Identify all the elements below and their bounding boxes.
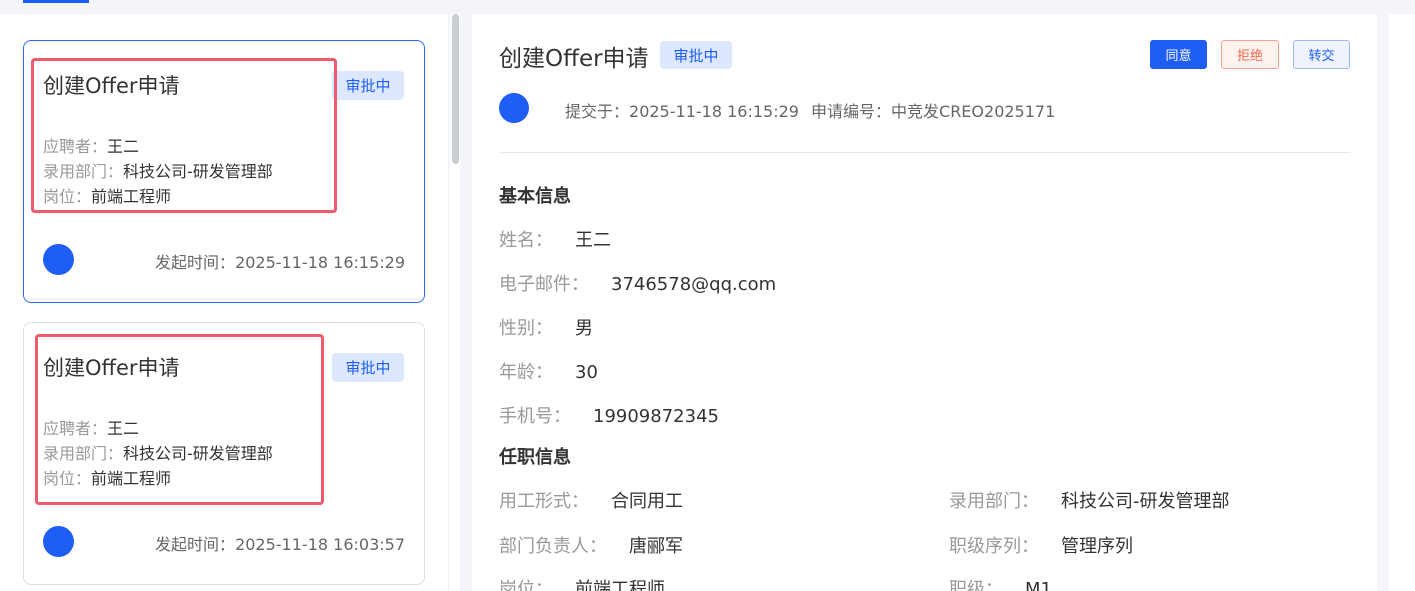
avatar [43,244,74,275]
card-title: 创建Offer申请 [43,356,180,380]
status-badge: 审批中 [660,41,732,69]
status-badge: 审批中 [332,353,404,382]
application-number: 申请编号：中竞发CREO2025171 [811,102,1056,121]
active-tab-indicator [23,0,89,3]
field-position: 岗位： 前端工程师 [499,579,665,591]
department-row: 录用部门：科技公司-研发管理部 [43,444,273,463]
field-level: 职级： M1 [949,579,1052,591]
field-phone: 手机号： 19909872345 [499,406,719,427]
field-gender: 性别：男 [499,318,593,339]
list-scrollbar-thumb[interactable] [452,14,459,164]
divider [499,152,1350,153]
field-email: 电子邮件： 3746578@qq.com [499,274,777,295]
approval-card[interactable]: 创建Offer申请 审批中 应聘者：王二 录用部门：科技公司-研发管理部 岗位：… [23,322,425,585]
reject-button[interactable]: 拒绝 [1221,40,1279,69]
applicant-row: 应聘者：王二 [43,137,140,156]
position-row: 岗位：前端工程师 [43,469,172,488]
field-name: 姓名： 王二 [499,230,611,251]
card-title: 创建Offer申请 [43,74,180,98]
position-row: 岗位：前端工程师 [43,187,172,206]
agree-button[interactable]: 同意 [1150,40,1207,69]
section-title-basic: 基本信息 [499,186,571,207]
section-title-job: 任职信息 [499,447,571,468]
field-level-sequence: 职级序列： 管理序列 [949,536,1133,557]
approval-detail: 创建Offer申请 审批中 同意 拒绝 转交 提交于：2025-11-18 16… [472,14,1377,591]
side-panel-edge [1389,14,1415,591]
approval-card[interactable]: 创建Offer申请 审批中 应聘者：王二 录用部门：科技公司-研发管理部 岗位：… [23,40,425,303]
page-title: 创建Offer申请 [499,46,649,72]
approval-list: 创建Offer申请 审批中 应聘者：王二 录用部门：科技公司-研发管理部 岗位：… [0,14,448,591]
avatar [43,526,74,557]
start-time: 发起时间：2025-11-18 16:15:29 [155,253,405,272]
field-age: 年龄： 30 [499,362,598,383]
field-dept-leader: 部门负责人： 唐郦军 [499,536,683,557]
submit-time: 提交于：2025-11-18 16:15:29 [565,102,799,121]
status-badge: 审批中 [332,71,404,100]
field-department: 录用部门： 科技公司-研发管理部 [949,491,1230,512]
transfer-button[interactable]: 转交 [1293,40,1350,69]
avatar [499,93,529,123]
department-row: 录用部门：科技公司-研发管理部 [43,162,273,181]
start-time: 发起时间：2025-11-18 16:03:57 [155,535,405,554]
applicant-row: 应聘者：王二 [43,419,140,438]
field-employment-type: 用工形式： 合同用工 [499,491,683,512]
